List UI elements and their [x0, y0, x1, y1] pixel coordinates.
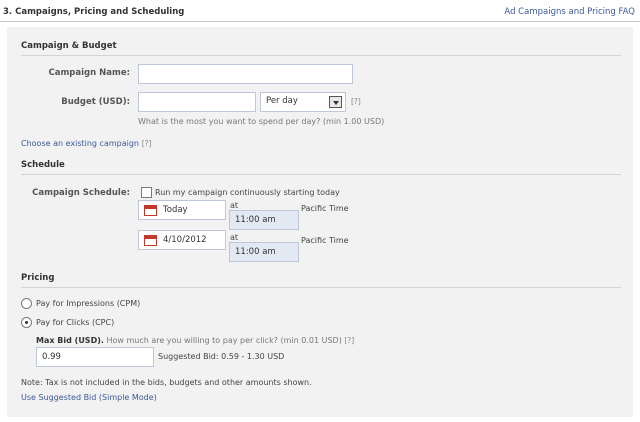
budget-hint: What is the most you want to spend per d…: [138, 117, 385, 126]
tax-note: Note: Tax is not included in the bids, b…: [21, 378, 312, 387]
start-at-label: at: [230, 201, 239, 210]
start-time-value: 11:00 am: [235, 215, 276, 225]
run-continuously-label: Run my campaign continuously starting to…: [155, 188, 340, 197]
budget-label: Budget (USD):: [61, 97, 130, 107]
campaign-schedule-label: Campaign Schedule:: [32, 188, 130, 198]
run-continuously-checkbox[interactable]: [141, 187, 152, 198]
budget-help-icon[interactable]: [?]: [351, 97, 361, 106]
max-bid-input[interactable]: [36, 347, 154, 367]
max-bid-help-icon[interactable]: [?]: [344, 336, 354, 345]
pricing-divider: [21, 287, 621, 288]
campaign-name-input[interactable]: [138, 64, 353, 84]
calendar-icon[interactable]: [144, 205, 157, 216]
existing-campaign-link[interactable]: Choose an existing campaign: [21, 139, 139, 148]
existing-campaign-help-icon[interactable]: [?]: [142, 139, 152, 148]
calendar-icon[interactable]: [144, 235, 157, 246]
section-title: 3. Campaigns, Pricing and Scheduling: [3, 7, 185, 17]
max-bid-hint: How much are you willing to pay per clic…: [106, 336, 342, 345]
faq-link[interactable]: Ad Campaigns and Pricing FAQ: [504, 7, 635, 17]
start-timezone: Pacific Time: [301, 204, 349, 213]
budget-period-value: Per day: [266, 96, 298, 106]
end-at-label: at: [230, 233, 239, 242]
budget-period-select[interactable]: Per day: [260, 92, 346, 112]
schedule-divider: [21, 174, 621, 175]
end-timezone: Pacific Time: [301, 236, 349, 245]
cpm-radio[interactable]: [21, 298, 32, 309]
end-time-input[interactable]: 11:00 am: [229, 242, 299, 262]
end-time-value: 11:00 am: [235, 247, 276, 257]
end-date-value: 4/10/2012: [163, 235, 207, 245]
start-date-input[interactable]: Today: [138, 200, 226, 220]
existing-campaign-row: Choose an existing campaign [?]: [21, 139, 152, 149]
schedule-heading: Schedule: [21, 160, 65, 170]
suggested-bid: Suggested Bid: 0.59 - 1.30 USD: [158, 352, 285, 361]
max-bid-label: Max Bid (USD).: [36, 336, 104, 345]
header-divider: [0, 21, 640, 22]
start-date-value: Today: [163, 205, 188, 215]
pricing-heading: Pricing: [21, 273, 55, 283]
start-time-input[interactable]: 11:00 am: [229, 210, 299, 230]
use-suggested-bid-link[interactable]: Use Suggested Bid (Simple Mode): [21, 393, 157, 402]
chevron-down-icon[interactable]: [329, 96, 342, 108]
end-date-input[interactable]: 4/10/2012: [138, 230, 226, 250]
campaign-name-label: Campaign Name:: [48, 68, 130, 78]
cpc-radio[interactable]: [21, 317, 32, 328]
campaign-panel: Campaign & Budget Campaign Name: Budget …: [7, 27, 633, 417]
campaign-budget-heading: Campaign & Budget: [21, 41, 117, 51]
cpc-label: Pay for Clicks (CPC): [36, 318, 115, 327]
campaign-budget-divider: [21, 55, 621, 56]
max-bid-row: Max Bid (USD). How much are you willing …: [36, 336, 354, 345]
cpm-label: Pay for Impressions (CPM): [36, 299, 141, 308]
budget-input[interactable]: [138, 92, 256, 112]
